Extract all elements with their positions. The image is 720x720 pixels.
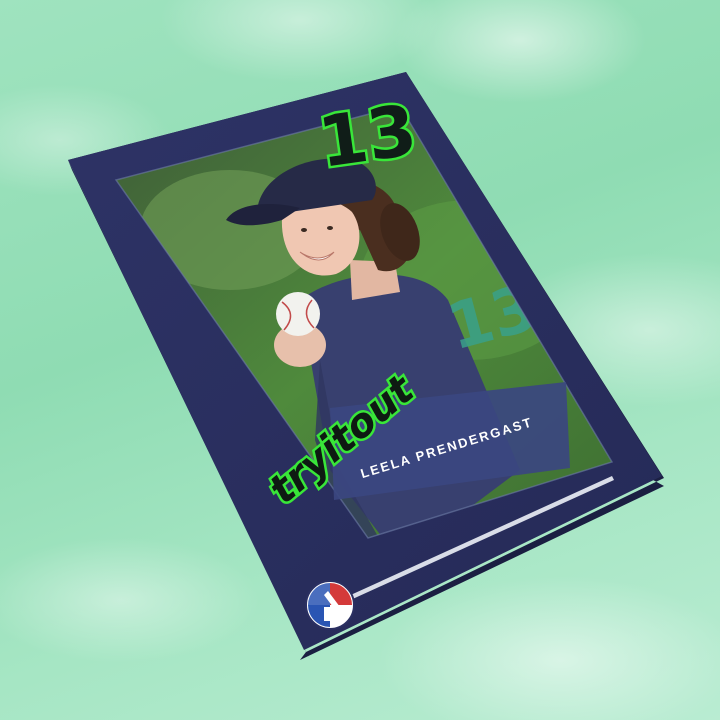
- league-shield-logo: [305, 580, 355, 630]
- svg-text:13: 13: [314, 89, 422, 184]
- trading-card-scene: 13 13 LEELA PRENDERGAST tryitout: [68, 72, 664, 660]
- jersey-number: 13: [311, 87, 424, 187]
